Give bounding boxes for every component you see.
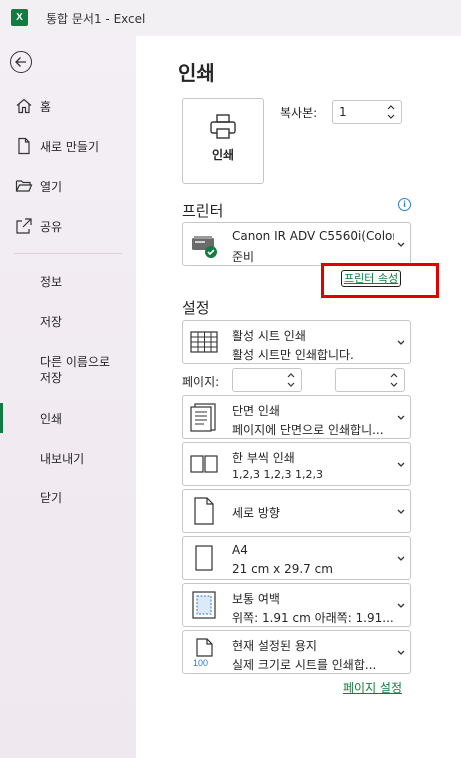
spin-up-icon[interactable] bbox=[387, 104, 395, 110]
printer-properties-highlight: 프린터 속성 bbox=[321, 263, 439, 298]
setting-title: 현재 설정된 용지 bbox=[232, 639, 317, 653]
title-bar: X 통합 문서1 - Excel bbox=[0, 0, 461, 36]
print-button[interactable]: 인쇄 bbox=[182, 98, 264, 184]
sidebar-item-print[interactable]: 인쇄 bbox=[40, 411, 62, 427]
scaling-dropdown[interactable]: 100 현재 설정된 용지 실제 크기로 시트를 인쇄합... bbox=[182, 630, 411, 674]
sidebar-item-save[interactable]: 저장 bbox=[40, 314, 62, 330]
setting-title: 활성 시트 인쇄 bbox=[232, 329, 306, 343]
spin-up-icon[interactable] bbox=[390, 372, 398, 378]
print-button-label: 인쇄 bbox=[211, 148, 235, 162]
print-what-dropdown[interactable]: 활성 시트 인쇄 활성 시트만 인쇄합니다. bbox=[182, 320, 411, 364]
paper-size-icon bbox=[195, 545, 213, 571]
printer-dropdown[interactable]: Canon IR ADV C5560i(Color) 준비 bbox=[182, 222, 411, 266]
chevron-down-icon bbox=[397, 340, 405, 345]
setting-subtitle: 실제 크기로 시트를 인쇄합... bbox=[232, 658, 377, 672]
sidebar-item-export[interactable]: 내보내기 bbox=[40, 451, 84, 467]
spin-buttons[interactable] bbox=[287, 371, 297, 389]
collation-dropdown[interactable]: 한 부씩 인쇄 1,2,3 1,2,3 1,2,3 bbox=[182, 442, 411, 486]
scaling-100-icon: 100 bbox=[193, 638, 213, 667]
printer-icon bbox=[210, 114, 236, 139]
setting-title: 단면 인쇄 bbox=[232, 404, 280, 418]
spin-up-icon[interactable] bbox=[287, 372, 295, 378]
chevron-down-icon bbox=[397, 556, 405, 561]
sidebar-item-info[interactable]: 정보 bbox=[40, 274, 62, 290]
printer-properties-link[interactable]: 프린터 속성 bbox=[341, 270, 402, 287]
sidebar-item-save-as[interactable]: 다른 이름으로 저장 bbox=[40, 354, 110, 386]
setting-subtitle: 페이지에 단면으로 인쇄합니... bbox=[232, 423, 384, 437]
portrait-orientation-icon bbox=[194, 497, 214, 525]
spin-down-icon[interactable] bbox=[387, 114, 395, 120]
info-icon[interactable]: i bbox=[398, 198, 411, 211]
sheet-grid-icon bbox=[190, 331, 218, 353]
home-icon bbox=[16, 98, 32, 114]
sidebar-item-new[interactable]: 새로 만들기 bbox=[0, 131, 136, 161]
setting-title: 보통 여백 bbox=[232, 592, 280, 606]
scaling-100-text: 100 bbox=[193, 658, 208, 667]
setting-subtitle: 1,2,3 1,2,3 1,2,3 bbox=[232, 468, 323, 481]
pages-label: 페이지: bbox=[182, 375, 220, 389]
margins-dropdown[interactable]: 보통 여백 위쪽: 1.91 cm 아래쪽: 1.91... bbox=[182, 583, 411, 627]
setting-title: 세로 방향 bbox=[232, 506, 280, 520]
one-sided-print-icon bbox=[190, 403, 216, 432]
page-title: 인쇄 bbox=[178, 61, 215, 85]
copies-label: 복사본: bbox=[280, 106, 318, 120]
setting-title: A4 bbox=[232, 543, 248, 557]
sides-dropdown[interactable]: 단면 인쇄 페이지에 단면으로 인쇄합니... bbox=[182, 395, 411, 439]
share-icon bbox=[16, 218, 32, 234]
window-title: 통합 문서1 - Excel bbox=[46, 12, 146, 26]
printer-section-title: 프린터 bbox=[182, 202, 224, 220]
sidebar-item-label: 새로 만들기 bbox=[40, 140, 100, 154]
pages-to-input[interactable] bbox=[335, 368, 405, 392]
chevron-down-icon bbox=[397, 242, 405, 247]
copies-value: 1 bbox=[339, 105, 347, 119]
active-indicator bbox=[0, 403, 3, 433]
sidebar-divider bbox=[14, 253, 122, 254]
setting-subtitle: 활성 시트만 인쇄합니다. bbox=[232, 348, 354, 362]
setting-subtitle: 위쪽: 1.91 cm 아래쪽: 1.91... bbox=[232, 611, 394, 625]
chevron-down-icon bbox=[397, 650, 405, 655]
pages-from-input[interactable] bbox=[232, 368, 302, 392]
collated-icon bbox=[190, 455, 218, 473]
spin-buttons[interactable] bbox=[387, 103, 397, 121]
page-setup-link[interactable]: 페이지 설정 bbox=[343, 679, 402, 696]
chevron-down-icon bbox=[397, 415, 405, 420]
printer-ready-icon bbox=[192, 236, 217, 258]
printer-name: Canon IR ADV C5560i(Color) bbox=[232, 229, 394, 243]
setting-subtitle: 21 cm x 29.7 cm bbox=[232, 562, 333, 576]
sidebar-item-label-line1: 다른 이름으로 bbox=[40, 355, 111, 369]
back-arrow-icon[interactable] bbox=[10, 51, 32, 73]
sidebar-item-label-line2: 저장 bbox=[40, 371, 63, 385]
chevron-down-icon bbox=[397, 462, 405, 467]
spin-down-icon[interactable] bbox=[390, 382, 398, 388]
paper-size-dropdown[interactable]: A4 21 cm x 29.7 cm bbox=[182, 536, 411, 580]
sidebar-item-share[interactable]: 공유 bbox=[0, 211, 136, 241]
spin-buttons[interactable] bbox=[390, 371, 400, 389]
settings-section-title: 설정 bbox=[182, 299, 210, 317]
sidebar-item-label: 열기 bbox=[40, 180, 63, 194]
margins-icon bbox=[192, 591, 216, 619]
chevron-down-icon bbox=[397, 603, 405, 608]
open-folder-icon bbox=[15, 180, 33, 192]
sidebar-item-label: 홈 bbox=[40, 100, 52, 114]
excel-logo-icon: X bbox=[11, 9, 28, 26]
copies-stepper[interactable]: 1 bbox=[332, 100, 402, 124]
orientation-dropdown[interactable]: 세로 방향 bbox=[182, 489, 411, 533]
chevron-down-icon bbox=[397, 509, 405, 514]
sidebar-item-label: 공유 bbox=[40, 220, 63, 234]
sidebar-item-home[interactable]: 홈 bbox=[0, 91, 136, 121]
spin-down-icon[interactable] bbox=[287, 382, 295, 388]
sidebar-item-open[interactable]: 열기 bbox=[0, 171, 136, 201]
new-document-icon bbox=[18, 137, 30, 155]
setting-title: 한 부씩 인쇄 bbox=[232, 451, 295, 465]
sidebar-item-close[interactable]: 닫기 bbox=[40, 490, 62, 506]
